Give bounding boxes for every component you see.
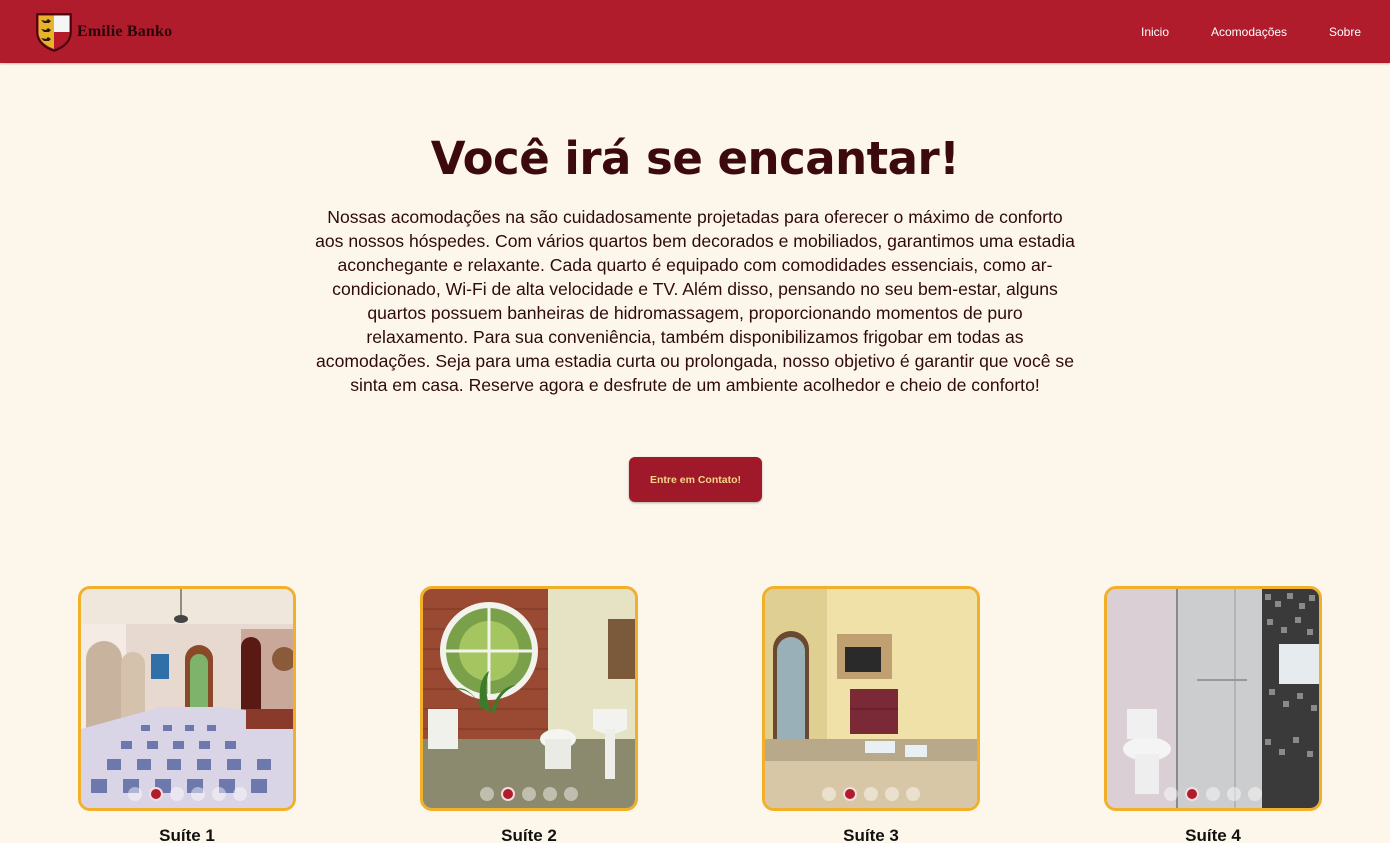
suite-carousel[interactable] <box>1104 586 1322 811</box>
page-title: Você irá se encantar! <box>430 132 960 185</box>
carousel-dot[interactable] <box>543 787 557 801</box>
carousel-dot[interactable] <box>864 787 878 801</box>
suite-photo <box>423 589 635 808</box>
coat-of-arms-icon <box>36 13 72 52</box>
carousel-dot[interactable] <box>822 787 836 801</box>
suite-carousel[interactable] <box>78 586 296 811</box>
carousel-dot[interactable] <box>564 787 578 801</box>
suite-photo <box>81 589 293 808</box>
suite-title: Suíte 4 <box>1185 826 1241 843</box>
carousel-dot[interactable] <box>211 787 226 801</box>
carousel-dot[interactable] <box>1206 787 1220 801</box>
carousel-dots <box>1107 787 1319 801</box>
carousel-dots <box>765 787 977 801</box>
nav-link-sobre[interactable]: Sobre <box>1329 25 1361 39</box>
carousel-dot[interactable] <box>522 787 536 801</box>
carousel-dot-active[interactable] <box>148 787 163 801</box>
carousel-dot-active[interactable] <box>1185 787 1199 801</box>
suite-carousel[interactable] <box>762 586 980 811</box>
carousel-dot[interactable] <box>169 787 184 801</box>
suite-title: Suíte 2 <box>501 826 557 843</box>
carousel-dot[interactable] <box>906 787 920 801</box>
carousel-dot-active[interactable] <box>501 787 515 801</box>
carousel-dot-active[interactable] <box>843 787 857 801</box>
suite-photo <box>765 589 977 808</box>
contact-button[interactable]: Entre em Contato! <box>629 457 762 502</box>
carousel-dot[interactable] <box>190 787 205 801</box>
suite-title: Suíte 3 <box>843 826 899 843</box>
brand-name: Emilie Banko <box>77 23 173 40</box>
carousel-dot[interactable] <box>885 787 899 801</box>
carousel-dot[interactable] <box>1248 787 1262 801</box>
suite-carousel[interactable] <box>420 586 638 811</box>
nav-link-inicio[interactable]: Inicio <box>1141 25 1169 39</box>
carousel-dot[interactable] <box>127 787 142 801</box>
suite-photo <box>1107 589 1319 808</box>
intro-paragraph: Nossas acomodações na são cuidadosamente… <box>315 207 1075 395</box>
carousel-dot[interactable] <box>480 787 494 801</box>
nav-link-acomodacoes[interactable]: Acomodações <box>1211 25 1287 39</box>
suite-title: Suíte 1 <box>159 826 215 843</box>
carousel-dot[interactable] <box>1164 787 1178 801</box>
brand-logo[interactable]: Emilie Banko <box>35 12 172 52</box>
carousel-dots <box>423 787 635 801</box>
top-navbar: Emilie Banko Inicio Acomodações Sobre <box>0 0 1390 63</box>
carousel-dots <box>81 787 293 801</box>
carousel-dot[interactable] <box>1227 787 1241 801</box>
carousel-dot[interactable] <box>232 787 247 801</box>
